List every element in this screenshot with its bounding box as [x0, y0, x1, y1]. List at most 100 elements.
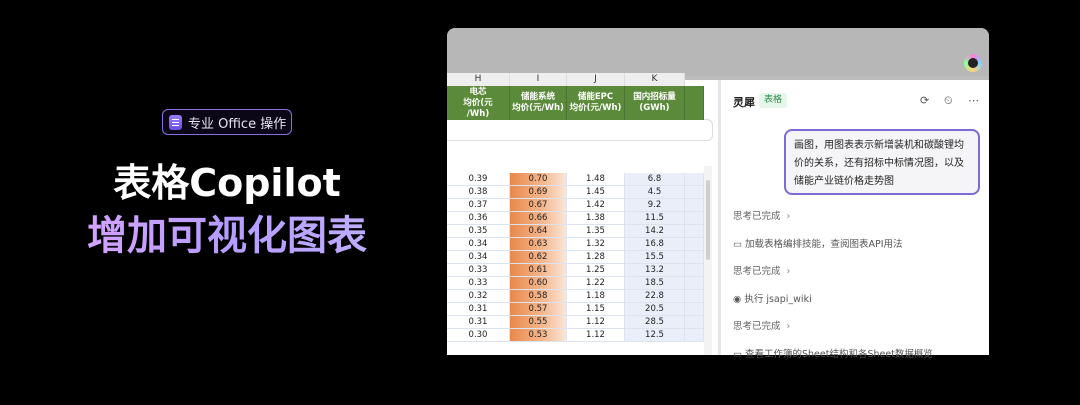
table-cell[interactable]: 1.45: [567, 186, 625, 199]
table-cell[interactable]: 1.15: [567, 303, 625, 316]
table-icon: ▭: [733, 239, 745, 250]
table-cell[interactable]: 6.8: [625, 173, 685, 186]
scrollbar-thumb[interactable]: [706, 180, 710, 260]
table-cell[interactable]: 1.12: [567, 316, 625, 329]
table-cell[interactable]: 0.33: [447, 277, 510, 290]
table-cell[interactable]: 0.38: [447, 186, 510, 199]
table-cell[interactable]: 22.8: [625, 290, 685, 303]
thinking-status[interactable]: 思考已完成 ›: [733, 263, 790, 277]
document-icon: [169, 114, 182, 130]
table-cell[interactable]: 0.67: [510, 199, 567, 212]
column-header[interactable]: H: [447, 73, 510, 86]
table-cell[interactable]: 16.8: [625, 238, 685, 251]
step-label: 查看工作簿的Sheet结构和各Sheet数据概览: [745, 349, 933, 360]
table-cell[interactable]: [685, 251, 704, 264]
column-header[interactable]: K: [625, 73, 685, 86]
table-cell[interactable]: 0.31: [447, 303, 510, 316]
history-icon[interactable]: ⏲: [944, 94, 953, 108]
table-cell[interactable]: 1.12: [567, 329, 625, 342]
table-cell[interactable]: 0.31: [447, 316, 510, 329]
table-cell[interactable]: 0.60: [510, 277, 567, 290]
thinking-status[interactable]: 思考已完成 ›: [733, 208, 790, 222]
table-cell[interactable]: 1.25: [567, 264, 625, 277]
table-cell[interactable]: 20.5: [625, 303, 685, 316]
table-cell[interactable]: 0.66: [510, 212, 567, 225]
agent-action-item[interactable]: ▭ 加载表格编排技能，查阅图表API用法: [733, 236, 903, 250]
step-label: 执行 jsapi_wiki: [744, 294, 812, 305]
chevron-right-icon: ›: [786, 266, 791, 277]
copilot-title: 灵犀: [733, 96, 755, 109]
formula-bar[interactable]: [447, 119, 713, 141]
table-cell[interactable]: [685, 316, 704, 329]
thinking-status[interactable]: 思考已完成 ›: [733, 318, 790, 332]
table-cell[interactable]: 1.32: [567, 238, 625, 251]
table-cell[interactable]: 13.2: [625, 264, 685, 277]
ai-assistant-icon[interactable]: [964, 54, 982, 72]
table-cell[interactable]: [685, 329, 704, 342]
table-cell[interactable]: 0.64: [510, 225, 567, 238]
table-header-cell[interactable]: [685, 86, 704, 120]
table-cell[interactable]: [685, 303, 704, 316]
table-cell[interactable]: 9.2: [625, 199, 685, 212]
chevron-right-icon: ›: [786, 211, 791, 222]
table-cell[interactable]: 0.34: [447, 238, 510, 251]
table-cell[interactable]: [685, 238, 704, 251]
column-header[interactable]: J: [567, 73, 625, 86]
more-options-icon[interactable]: ⋯: [968, 94, 979, 107]
table-cell[interactable]: [685, 277, 704, 290]
step-label: 加载表格编排技能，查阅图表API用法: [745, 239, 903, 250]
table-cell[interactable]: 1.38: [567, 212, 625, 225]
table-cell[interactable]: 4.5: [625, 186, 685, 199]
agent-action-item[interactable]: ▭ 查看工作簿的Sheet结构和各Sheet数据概览: [733, 346, 933, 360]
table-cell[interactable]: 0.32: [447, 290, 510, 303]
table-cell[interactable]: 0.37: [447, 199, 510, 212]
agent-action-item[interactable]: ◉ 执行 jsapi_wiki: [733, 291, 812, 305]
table-cell[interactable]: 0.30: [447, 329, 510, 342]
table-cell[interactable]: 15.5: [625, 251, 685, 264]
table-cell[interactable]: 1.48: [567, 173, 625, 186]
column-header[interactable]: I: [510, 73, 567, 86]
table-header-cell[interactable]: 储能系统 均价(元/Wh): [510, 86, 567, 120]
table-cell[interactable]: 0.69: [510, 186, 567, 199]
table-cell[interactable]: 12.5: [625, 329, 685, 342]
table-cell[interactable]: 1.28: [567, 251, 625, 264]
table-cell[interactable]: 0.53: [510, 329, 567, 342]
table-cell[interactable]: [685, 186, 704, 199]
table-cell[interactable]: [685, 199, 704, 212]
table-header-cell[interactable]: 国内招标量 (GWh): [625, 86, 685, 120]
table-cell[interactable]: [685, 225, 704, 238]
table-cell[interactable]: 0.63: [510, 238, 567, 251]
table-cell[interactable]: 0.39: [447, 173, 510, 186]
chevron-right-icon: ›: [786, 321, 791, 332]
table-cell[interactable]: 0.57: [510, 303, 567, 316]
table-cell[interactable]: 1.18: [567, 290, 625, 303]
table-icon: ▭: [733, 349, 745, 360]
table-cell[interactable]: [685, 173, 704, 186]
table-cell[interactable]: 14.2: [625, 225, 685, 238]
table-cell[interactable]: 11.5: [625, 212, 685, 225]
table-cell[interactable]: 0.34: [447, 251, 510, 264]
user-message-bubble: 画图，用图表表示新增装机和碳酸锂均价的关系，还有招标中标情况图，以及储能产业链价…: [784, 129, 980, 195]
table-cell[interactable]: 0.36: [447, 212, 510, 225]
table-header-cell[interactable]: 储能EPC 均价(元/Wh): [567, 86, 625, 120]
table-cell[interactable]: 1.42: [567, 199, 625, 212]
table-cell[interactable]: 0.33: [447, 264, 510, 277]
table-cell[interactable]: 0.61: [510, 264, 567, 277]
table-cell[interactable]: 18.5: [625, 277, 685, 290]
table-cell[interactable]: 28.5: [625, 316, 685, 329]
table-cell[interactable]: 1.22: [567, 277, 625, 290]
table-cell[interactable]: 1.35: [567, 225, 625, 238]
table-cell[interactable]: 0.58: [510, 290, 567, 303]
table-cell[interactable]: 0.55: [510, 316, 567, 329]
table-cell[interactable]: 0.35: [447, 225, 510, 238]
table-header-cell[interactable]: 电芯 均价(元 /Wh): [447, 86, 510, 120]
step-label: 思考已完成: [733, 321, 781, 332]
table-cell[interactable]: 0.70: [510, 173, 567, 186]
refresh-icon[interactable]: ⟳: [920, 94, 929, 107]
table-cell[interactable]: 0.62: [510, 251, 567, 264]
table-cell[interactable]: [685, 290, 704, 303]
step-label: 思考已完成: [733, 266, 781, 277]
table-cell[interactable]: [685, 264, 704, 277]
copilot-mode-tag: 表格: [759, 93, 788, 108]
table-cell[interactable]: [685, 212, 704, 225]
